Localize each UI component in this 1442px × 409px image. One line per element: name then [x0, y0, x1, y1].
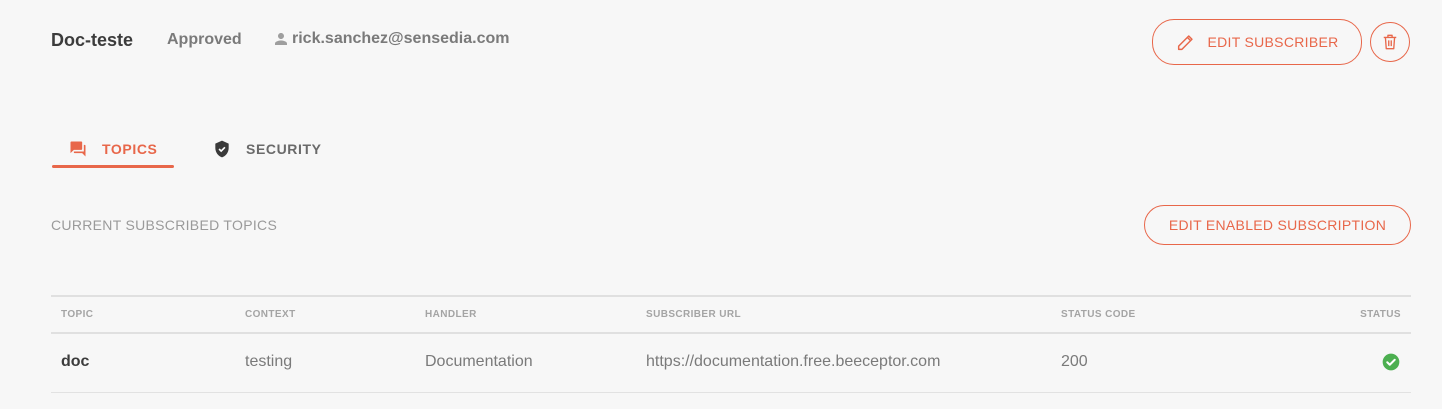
cell-handler: Documentation [425, 353, 533, 370]
table-header: TOPIC CONTEXT HANDLER SUBSCRIBER URL STA… [51, 295, 1411, 334]
column-header-status-code: STATUS CODE [1061, 309, 1136, 320]
person-icon [272, 30, 290, 48]
subscriber-detail-page: Doc-teste Approved rick.sanchez@sensedia… [0, 0, 1442, 409]
section-title: CURRENT SUBSCRIBED TOPICS [51, 217, 278, 233]
chat-icon [68, 139, 88, 159]
column-header-topic: TOPIC [61, 309, 94, 320]
subscriber-email-text: rick.sanchez@sensedia.com [292, 30, 510, 47]
shield-icon [212, 139, 232, 159]
delete-subscriber-button[interactable] [1370, 22, 1410, 62]
column-header-context: CONTEXT [245, 309, 296, 320]
tab-security[interactable]: SECURITY [212, 130, 322, 168]
cell-subscriber-url: https://documentation.free.beeceptor.com [646, 353, 941, 370]
subscriber-name: Doc-teste [51, 30, 134, 50]
tab-topics-label: TOPICS [102, 141, 158, 157]
topics-table: TOPIC CONTEXT HANDLER SUBSCRIBER URL STA… [51, 295, 1411, 393]
column-header-status: STATUS [1360, 309, 1401, 320]
column-header-subscriber-url: SUBSCRIBER URL [646, 309, 742, 320]
trash-icon [1380, 32, 1400, 52]
cell-context: testing [245, 353, 293, 370]
column-header-handler: HANDLER [425, 309, 477, 320]
active-tab-indicator [52, 165, 174, 168]
edit-subscriber-label: EDIT SUBSCRIBER [1207, 34, 1339, 50]
cell-status-code: 200 [1061, 353, 1088, 370]
pencil-icon [1175, 31, 1197, 53]
subscriber-email: rick.sanchez@sensedia.com [272, 30, 509, 48]
check-circle-icon [1381, 352, 1401, 372]
tab-topics[interactable]: TOPICS [68, 130, 157, 168]
cell-topic: doc [61, 353, 90, 370]
tab-security-label: SECURITY [246, 141, 322, 157]
table-row[interactable]: doc testing Documentation https://docume… [51, 334, 1411, 393]
edit-enabled-subscription-button[interactable]: EDIT ENABLED SUBSCRIPTION [1144, 205, 1411, 245]
edit-subscriber-button[interactable]: EDIT SUBSCRIBER [1152, 19, 1362, 65]
subscriber-status: Approved [167, 31, 242, 48]
